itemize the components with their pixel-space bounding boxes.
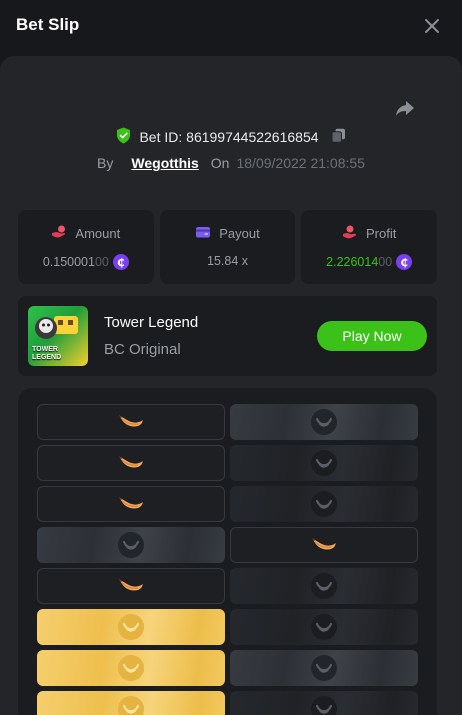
profit-value-trailing: 00	[378, 255, 393, 269]
hand-coin-icon	[51, 224, 67, 243]
game-card: TOWER LEGEND Tower Legend BC Original Pla…	[18, 296, 437, 376]
payout-value: 15.84 x	[207, 254, 249, 268]
tower-tile-dark[interactable]	[230, 486, 418, 522]
tower-tile-dark[interactable]	[230, 609, 418, 645]
bc-logo-icon	[118, 696, 144, 715]
bc-logo-icon	[118, 532, 144, 558]
game-thumbnail[interactable]: TOWER LEGEND	[28, 306, 88, 366]
tower-tile-dark[interactable]	[230, 445, 418, 481]
game-subtitle: BC Original	[104, 341, 181, 358]
banana-icon	[311, 532, 337, 559]
username-link[interactable]: Wegotthis	[131, 155, 198, 171]
copy-icon[interactable]	[327, 128, 346, 146]
wallet-icon	[195, 224, 211, 243]
bc-logo-icon	[311, 655, 337, 681]
bet-author-row: By Wegotthis On 18/09/2022 21:08:55	[0, 153, 462, 173]
amount-label: Amount	[75, 226, 121, 241]
amount-card: Amount 0.15000100 ₵	[18, 210, 154, 284]
game-name[interactable]: Tower Legend	[104, 314, 198, 331]
header: Bet Slip	[0, 0, 462, 52]
shield-check-icon	[116, 127, 131, 147]
close-icon[interactable]	[420, 14, 444, 38]
by-label: By	[97, 155, 114, 171]
page-title: Bet Slip	[16, 15, 80, 34]
game-board	[18, 388, 437, 715]
payout-label: Payout	[219, 226, 260, 241]
profit-label: Profit	[366, 226, 397, 241]
tower-tile-banana[interactable]	[37, 568, 225, 604]
profit-card: Profit 2.22601400 ₵	[301, 210, 438, 284]
tower-tile-grey[interactable]	[230, 650, 418, 686]
tower-tile-gold[interactable]	[37, 650, 225, 686]
bet-id: Bet ID: 86199744522616854	[139, 129, 319, 145]
payout-card: Payout 15.84 x	[159, 210, 296, 284]
bet-timestamp: 18/09/2022 21:08:55	[236, 155, 365, 171]
bc-logo-icon	[311, 491, 337, 517]
bc-logo-icon	[311, 573, 337, 599]
banana-icon	[118, 409, 144, 436]
bc-logo-icon	[311, 450, 337, 476]
tower-tile-banana[interactable]	[230, 527, 418, 563]
banana-icon	[118, 450, 144, 477]
amount-value: 0.150001	[42, 255, 95, 269]
tower-tile-gold[interactable]	[37, 691, 225, 715]
profit-hand-icon	[342, 224, 358, 243]
amount-value-trailing: 00	[94, 255, 109, 269]
profit-value: 2.226014	[326, 255, 379, 269]
tower-tile-grey[interactable]	[37, 527, 225, 563]
bcd-coin-icon: ₵	[112, 254, 129, 270]
tower-tile-dark[interactable]	[230, 691, 418, 715]
bc-logo-icon	[311, 696, 337, 715]
bcd-coin-icon: ₵	[396, 254, 413, 270]
tower-tile-dark[interactable]	[230, 568, 418, 604]
tower-tile-banana[interactable]	[37, 404, 225, 440]
play-now-button[interactable]: Play Now	[317, 321, 427, 351]
tower-tile-banana[interactable]	[37, 486, 225, 522]
tower-tile-grey[interactable]	[230, 404, 418, 440]
tower-tile-banana[interactable]	[37, 445, 225, 481]
bc-logo-icon	[118, 655, 144, 681]
bet-id-row: Bet ID: 86199744522616854	[0, 127, 462, 147]
bc-logo-icon	[311, 409, 337, 435]
tower-tile-gold[interactable]	[37, 609, 225, 645]
on-label: On	[210, 155, 230, 171]
share-icon[interactable]	[393, 96, 417, 120]
banana-icon	[118, 491, 144, 518]
game-thumb-text: TOWER LEGEND	[32, 346, 62, 361]
bc-logo-icon	[311, 614, 337, 640]
bet-stats: Amount 0.15000100 ₵ Payout 15.84 x Profi…	[18, 210, 438, 284]
bc-logo-icon	[118, 614, 144, 640]
banana-icon	[118, 573, 144, 600]
